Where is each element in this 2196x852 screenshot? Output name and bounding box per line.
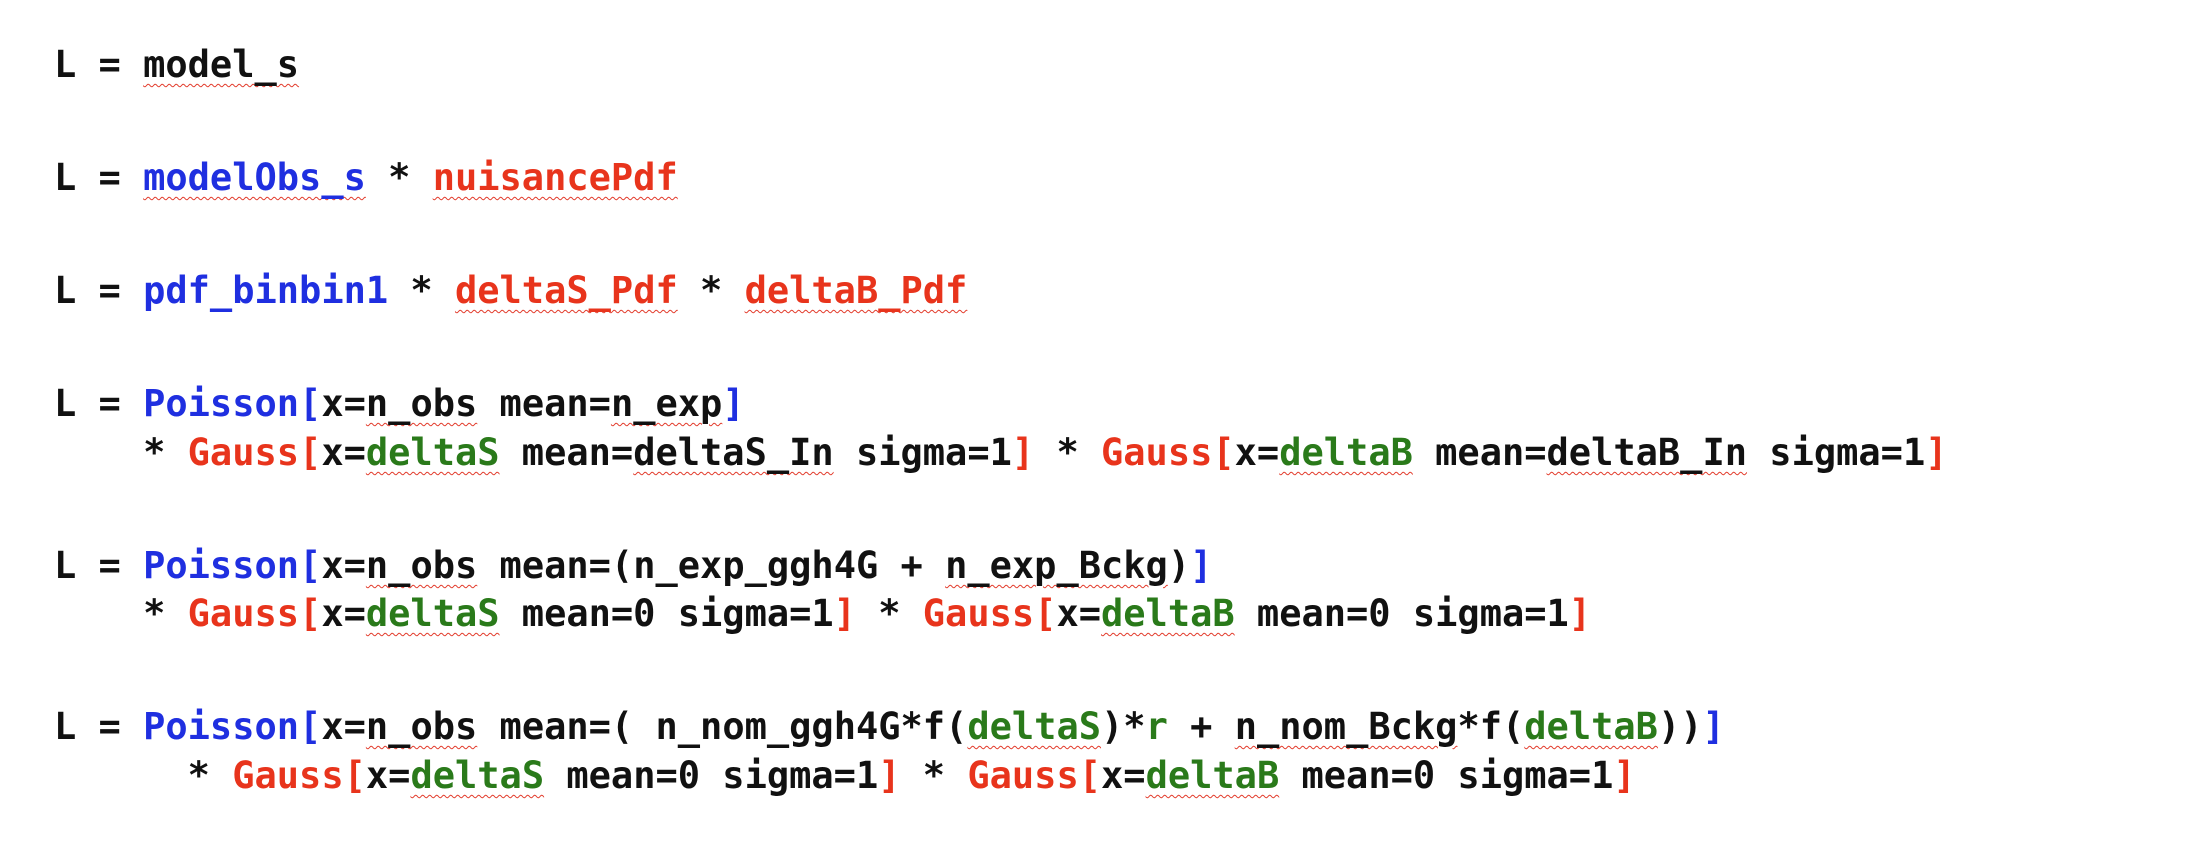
equation-token: Gauss[ [187,431,322,474]
equation-token: Gauss[ [187,592,322,635]
equation-token: L = [54,43,144,86]
equation-token: ] [1613,754,1636,797]
equation-token: deltaS_In [633,431,834,474]
equation-token: L = [54,705,144,748]
equation-line-3: L = pdf_binbin1 * deltaS_Pdf * deltaB_Pd… [54,268,967,314]
equation-token: deltaB [1145,754,1280,797]
equation-token: * [855,592,923,635]
equation-token: ] [722,382,745,425]
equation-token: deltaB_Pdf [744,269,968,312]
equation-token: n_obs [365,382,478,425]
equation-token: ] [1702,705,1725,748]
equation-token: Gauss[ [922,592,1057,635]
equation-token: x= [321,431,366,474]
equation-line-4b: * Gauss[x=deltaS mean=deltaS_In sigma=1]… [54,430,1948,476]
equation-token: x= [321,544,366,587]
equation-token: ] [1568,592,1592,635]
equation-token: Poisson[ [143,705,322,748]
equation-token: Gauss[ [232,754,366,797]
equation-token: deltaS [967,705,1102,748]
equation-line-5b: * Gauss[x=deltaS mean=0 sigma=1] * Gauss… [54,591,1591,637]
equation-token: )* [1101,705,1146,748]
equation-token: ] [1925,431,1948,474]
equation-token: n_obs [365,544,478,587]
equation-token: n_exp [610,382,723,425]
equation-token: )) [1657,705,1703,748]
equation-token: ] [878,754,901,797]
equation-token: Gauss[ [1101,431,1235,474]
equation-token: Poisson[ [143,544,322,587]
equation-token: ] [1011,431,1035,474]
equation-token: deltaS [410,754,545,797]
equation-token: mean=0 sigma=1 [1279,754,1614,797]
equation-token: * [900,754,968,797]
equation-token: x= [321,592,366,635]
equation-token: + [1167,705,1235,748]
equation-token: x= [365,754,411,797]
equation-token: * [54,431,188,474]
likelihood-equations-document: L = model_s L = modelObs_s * nuisancePdf… [0,0,2196,852]
equation-token: x= [1056,592,1101,635]
equation-token: x= [1101,754,1146,797]
equation-line-2: L = modelObs_s * nuisancePdf [54,155,678,201]
equation-token: deltaS [365,431,500,474]
equation-token: mean=0 sigma=1 [544,754,879,797]
equation-token: Poisson[ [143,382,322,425]
equation-token: * [54,592,188,635]
equation-token: deltaB [1279,431,1413,474]
equation-token: sigma=1 [833,431,1012,474]
equation-token: mean=(n_exp_ggh4G + [477,544,946,587]
equation-token: * [365,156,433,199]
equation-token: L = [54,382,144,425]
equation-token: n_nom_Bckg [1234,705,1458,748]
equation-token: sigma=1 [1747,431,1926,474]
equation-token: Gauss[ [967,754,1101,797]
equation-line-5a: L = Poisson[x=n_obs mean=(n_exp_ggh4G + … [54,543,1212,589]
equation-token: mean=0 sigma=1 [1234,592,1569,635]
equation-token: ] [1190,544,1213,587]
equation-token: * [1034,431,1101,474]
equation-token: * [677,269,745,312]
equation-token: x= [321,705,366,748]
equation-token: deltaB [1524,705,1658,748]
equation-token: mean= [477,382,611,425]
equation-token: mean= [499,431,634,474]
equation-token: deltaS [365,592,500,635]
equation-token: n_obs [365,705,478,748]
equation-token: x= [1234,431,1280,474]
equation-token: mean=( n_nom_ggh4G*f( [477,705,968,748]
equation-token: modelObs_s [143,156,366,199]
equation-token: deltaS_Pdf [454,269,678,312]
equation-token: * [388,269,455,312]
equation-line-1: L = model_s [54,42,299,88]
equation-token: nuisancePdf [432,156,678,199]
equation-token: * [54,754,233,797]
equation-line-4a: L = Poisson[x=n_obs mean=n_exp] [54,381,745,427]
equation-token: x= [321,382,366,425]
equation-token: mean= [1412,431,1547,474]
equation-line-6b: * Gauss[x=deltaS mean=0 sigma=1] * Gauss… [54,753,1636,799]
equation-token: L = [54,156,144,199]
equation-token: model_s [143,43,300,86]
equation-token: ] [833,592,856,635]
equation-token: pdf_binbin1 [143,269,389,312]
equation-line-6a: L = Poisson[x=n_obs mean=( n_nom_ggh4G*f… [54,704,1725,750]
equation-token: n_exp_Bckg [945,544,1168,587]
equation-token: deltaB [1101,592,1235,635]
equation-token: ) [1167,544,1191,587]
equation-token: L = [54,544,144,587]
equation-token: L = [54,269,144,312]
equation-token: deltaB_In [1546,431,1748,474]
equation-token: r [1145,705,1168,748]
equation-token: *f( [1457,705,1525,748]
equation-token: mean=0 sigma=1 [499,592,834,635]
